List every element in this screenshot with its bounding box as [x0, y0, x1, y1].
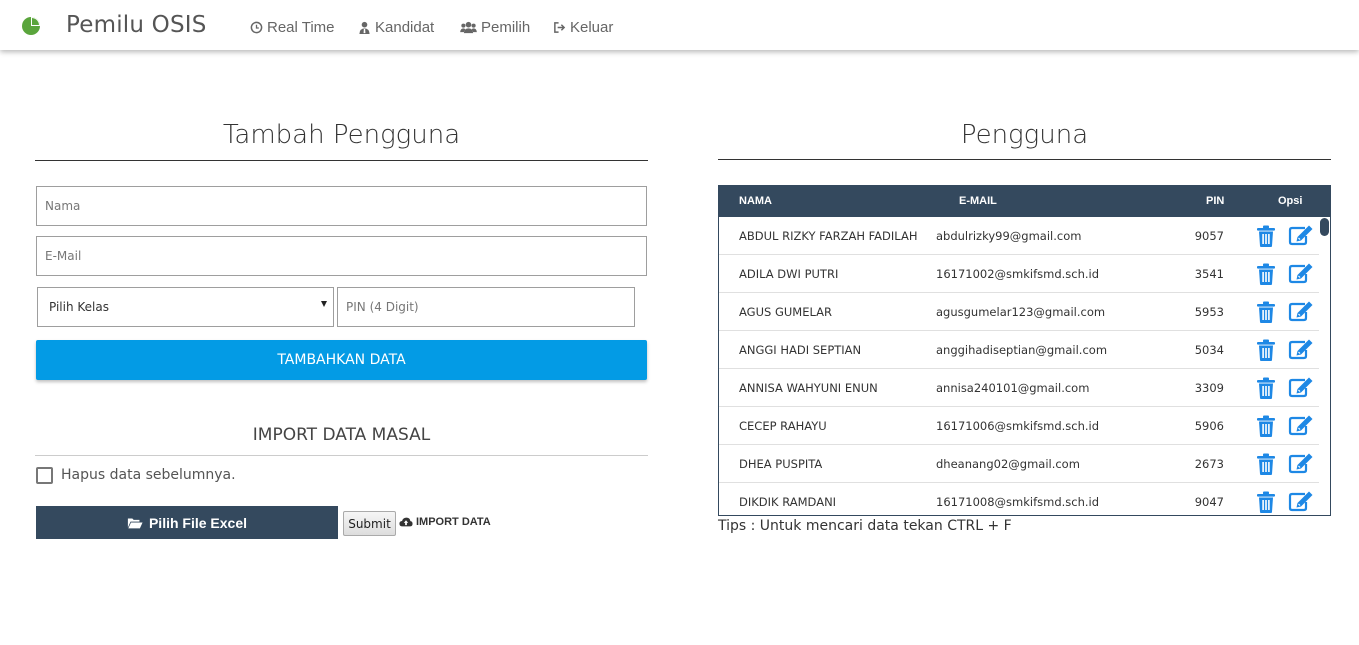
- cell-name: ANGGI HADI SEPTIAN: [739, 343, 862, 357]
- cell-name: CECEP RAHAYU: [739, 419, 827, 433]
- import-divider: [35, 455, 648, 456]
- nav-pemilih-label: Pemilih: [481, 19, 531, 36]
- import-data-link[interactable]: IMPORT DATA: [399, 516, 491, 528]
- table-row: ABDUL RIZKY FARZAH FADILAH abdulrizky99@g…: [719, 217, 1319, 255]
- add-user-title: Tambah Pengguna: [222, 120, 461, 150]
- edit-icon[interactable]: [1288, 300, 1314, 322]
- cell-name: ADILA DWI PUTRI: [739, 267, 839, 281]
- add-user-divider: [35, 160, 648, 161]
- column-header-pin: PIN: [1206, 195, 1225, 207]
- user-tie-icon: [359, 21, 370, 34]
- table-row: ANNISA WAHYUNI ENUN annisa240101@gmail.co…: [719, 369, 1319, 407]
- folder-open-icon: [127, 518, 143, 528]
- trash-icon[interactable]: [1256, 453, 1276, 475]
- chevron-down-icon: [321, 301, 327, 307]
- navbar: Pemilu OSIS Real Time Kandidat Pemilih K…: [0, 0, 1359, 50]
- cell-email: agusgumelar123@gmail.com: [936, 305, 1106, 319]
- edit-icon[interactable]: [1288, 490, 1314, 512]
- add-data-button[interactable]: TAMBAHKAN DATA: [36, 340, 647, 380]
- cell-name: DIKDIK RAMDANI: [739, 495, 837, 509]
- table-row: AGUS GUMELAR agusgumelar123@gmail.com 5953: [719, 293, 1319, 331]
- column-header-name: NAMA: [739, 195, 772, 207]
- clock-icon: [250, 21, 263, 34]
- cell-name: AGUS GUMELAR: [739, 305, 832, 319]
- cell-name: ANNISA WAHYUNI ENUN: [739, 381, 878, 395]
- table-row: ANGGI HADI SEPTIAN anggihadiseptian@gmail…: [719, 331, 1319, 369]
- email-input[interactable]: E-Mail: [36, 236, 647, 276]
- cell-pin: 3541: [1194, 267, 1224, 281]
- cell-email: dheanang02@gmail.com: [936, 457, 1080, 471]
- users-title: Pengguna: [960, 120, 1089, 150]
- delete-previous-label[interactable]: Hapus data sebelumnya.: [61, 467, 236, 483]
- cell-pin: 5953: [1194, 305, 1224, 319]
- cell-name: DHEA PUSPITA: [739, 457, 823, 471]
- users-icon: [460, 21, 477, 34]
- class-select[interactable]: Pilih Kelas: [37, 287, 334, 327]
- table-scrollbar[interactable]: [1320, 218, 1329, 236]
- users-table: NAMA E-MAIL PIN Opsi ABDUL RIZKY FARZAH …: [718, 185, 1331, 516]
- cell-email: anggihadiseptian@gmail.com: [936, 343, 1108, 357]
- nav-pemilih[interactable]: Pemilih: [460, 19, 530, 36]
- edit-icon[interactable]: [1288, 414, 1314, 436]
- class-select-value: Pilih Kelas: [49, 300, 109, 314]
- cell-email: 16171006@smkifsmd.sch.id: [936, 419, 1100, 433]
- pie-chart-icon: [22, 17, 40, 35]
- edit-icon[interactable]: [1288, 452, 1314, 474]
- column-header-options: Opsi: [1278, 195, 1303, 207]
- sign-out-icon: [554, 22, 566, 33]
- cell-email: 16171002@smkifsmd.sch.id: [936, 267, 1100, 281]
- edit-icon[interactable]: [1288, 338, 1314, 360]
- nav-real-time-label: Real Time: [267, 19, 335, 36]
- cell-email: annisa240101@gmail.com: [936, 381, 1090, 395]
- trash-icon[interactable]: [1256, 301, 1276, 323]
- table-row: DHEA PUSPITA dheanang02@gmail.com 2673: [719, 445, 1319, 483]
- trash-icon[interactable]: [1256, 491, 1276, 513]
- brand-title[interactable]: Pemilu OSIS: [66, 12, 207, 38]
- edit-icon[interactable]: [1288, 224, 1314, 246]
- nav-keluar-label: Keluar: [570, 19, 614, 36]
- import-data-label: IMPORT DATA: [416, 516, 491, 528]
- cloud-upload-icon: [399, 517, 413, 527]
- edit-icon[interactable]: [1288, 376, 1314, 398]
- table-row: CECEP RAHAYU 16171006@smkifsmd.sch.id 5906: [719, 407, 1319, 445]
- cell-pin: 2673: [1194, 457, 1224, 471]
- import-title: IMPORT DATA MASAL: [252, 425, 431, 445]
- cell-email: abdulrizky99@gmail.com: [936, 229, 1082, 243]
- cell-pin: 9057: [1194, 229, 1224, 243]
- nav-kandidat-label: Kandidat: [375, 19, 435, 36]
- choose-excel-button[interactable]: Pilih File Excel: [36, 506, 338, 539]
- cell-pin: 3309: [1194, 381, 1224, 395]
- trash-icon[interactable]: [1256, 263, 1276, 285]
- nav-real-time[interactable]: Real Time: [250, 19, 335, 36]
- table-header: NAMA E-MAIL PIN Opsi: [719, 186, 1330, 217]
- cell-name: ABDUL RIZKY FARZAH FADILAH: [739, 229, 918, 243]
- trash-icon[interactable]: [1256, 377, 1276, 399]
- tips-text: Tips : Untuk mencari data tekan CTRL + F: [718, 518, 1012, 534]
- column-header-email: E-MAIL: [959, 195, 997, 207]
- table-row: ADILA DWI PUTRI 16171002@smkifsmd.sch.id 3…: [719, 255, 1319, 293]
- pin-input[interactable]: PIN (4 Digit): [337, 287, 635, 327]
- choose-excel-label: Pilih File Excel: [148, 514, 248, 531]
- table-row: DIKDIK RAMDANI 16171008@smkifsmd.sch.id 90…: [719, 483, 1319, 515]
- name-input[interactable]: Nama: [36, 186, 647, 226]
- submit-button[interactable]: Submit: [343, 511, 396, 536]
- cell-pin: 9047: [1194, 495, 1224, 509]
- cell-email: 16171008@smkifsmd.sch.id: [936, 495, 1100, 509]
- edit-icon[interactable]: [1288, 262, 1314, 284]
- trash-icon[interactable]: [1256, 339, 1276, 361]
- nav-kandidat[interactable]: Kandidat: [358, 19, 434, 36]
- delete-previous-checkbox[interactable]: [36, 467, 53, 484]
- nav-keluar[interactable]: Keluar: [553, 19, 613, 36]
- cell-pin: 5034: [1194, 343, 1224, 357]
- cell-pin: 5906: [1194, 419, 1224, 433]
- users-divider: [718, 159, 1331, 160]
- trash-icon[interactable]: [1256, 225, 1276, 247]
- trash-icon[interactable]: [1256, 415, 1276, 437]
